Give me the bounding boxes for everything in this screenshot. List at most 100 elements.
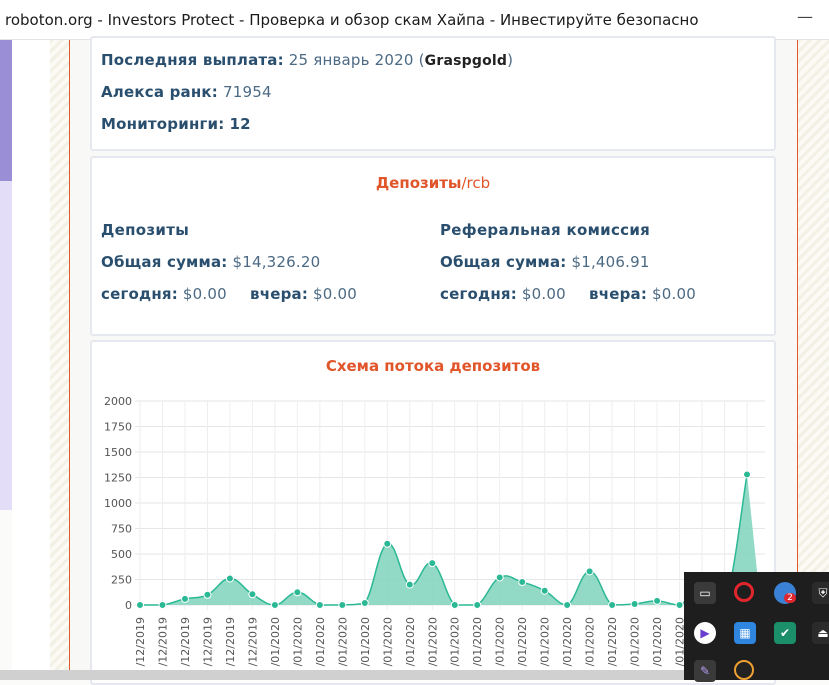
system-tray-overflow: ▭ 2 ⛨ ▶ ▦ ✔ ⏏ ✎ bbox=[684, 572, 829, 682]
feather-icon[interactable]: ✎ bbox=[694, 660, 716, 682]
referral-today-row: сегодня: $0.00 bbox=[440, 285, 566, 303]
chrome-badge: 2 bbox=[784, 593, 796, 603]
x-tick-label: /01/2020 bbox=[426, 617, 439, 666]
data-point bbox=[585, 567, 594, 576]
x-tick-label: /01/2020 bbox=[291, 617, 304, 666]
x-tick-label: /01/2020 bbox=[336, 617, 349, 666]
y-tick-label: 0 bbox=[125, 599, 132, 612]
deposits-card-title: Депозиты/rcb bbox=[375, 174, 491, 192]
data-point bbox=[450, 601, 459, 609]
y-tick-label: 1000 bbox=[104, 497, 132, 510]
data-point bbox=[608, 601, 617, 609]
project-info-card: Последняя выплата: 25 январь 2020 (Grasp… bbox=[90, 36, 776, 151]
chrome-icon[interactable]: 2 bbox=[774, 582, 796, 604]
data-point bbox=[203, 590, 212, 599]
data-point bbox=[136, 601, 144, 609]
data-point bbox=[540, 586, 549, 595]
referral-yesterday-row: вчера: $0.00 bbox=[589, 285, 696, 303]
data-point bbox=[563, 601, 572, 609]
x-tick-label: /01/2020 bbox=[606, 617, 619, 666]
data-point bbox=[743, 470, 752, 479]
data-point bbox=[405, 580, 414, 589]
data-point bbox=[675, 601, 684, 609]
data-point bbox=[248, 590, 257, 599]
minimize-button[interactable]: — bbox=[797, 7, 813, 26]
x-tick-label: /01/2020 bbox=[449, 617, 462, 666]
data-point bbox=[158, 601, 167, 609]
left-sidebar-decor bbox=[0, 40, 12, 510]
deposits-card: Депозиты/rcb Депозиты Общая сумма: $14,3… bbox=[90, 156, 776, 336]
left-stripes bbox=[50, 40, 69, 680]
x-tick-label: /01/2020 bbox=[269, 617, 282, 666]
window-titlebar: roboton.org - Investors Protect - Провер… bbox=[0, 0, 829, 40]
deposits-today-row: сегодня: $0.00 bbox=[101, 285, 227, 303]
alexa-label: Алекса ранк: bbox=[101, 83, 218, 101]
deposits-total-row: Общая сумма: $14,326.20 bbox=[101, 253, 321, 271]
x-tick-label: /12/2019 bbox=[179, 617, 192, 666]
x-tick-label: /12/2019 bbox=[201, 617, 214, 666]
data-point bbox=[270, 601, 279, 609]
deposits-total-value: $14,326.20 bbox=[232, 253, 321, 271]
x-tick-label: /01/2020 bbox=[539, 617, 552, 666]
monitorings-row: Мониторинги: 12 bbox=[101, 115, 251, 133]
deposit-flow-chart: 0 250 500 750 1000 1250 1500 1750 2000/12/2019/1… bbox=[104, 395, 765, 666]
x-tick-label: /12/2019 bbox=[156, 617, 169, 666]
last-payout-row: Последняя выплата: 25 январь 2020 (Grasp… bbox=[101, 51, 514, 69]
x-tick-label: /01/2020 bbox=[381, 617, 394, 666]
y-tick-label: 250 bbox=[111, 574, 132, 587]
data-point bbox=[383, 539, 392, 548]
data-point bbox=[225, 574, 234, 583]
data-point bbox=[360, 598, 369, 607]
shield-icon[interactable]: ⛨ bbox=[812, 582, 829, 604]
y-tick-label: 750 bbox=[111, 523, 132, 536]
x-tick-label: /12/2019 bbox=[246, 617, 259, 666]
y-tick-label: 1250 bbox=[104, 472, 132, 485]
x-tick-label: /01/2020 bbox=[494, 617, 507, 666]
x-tick-label: /12/2019 bbox=[224, 617, 237, 666]
x-tick-label: /01/2020 bbox=[516, 617, 529, 666]
last-payout-label: Последняя выплата: bbox=[101, 51, 284, 69]
last-payout-method: Graspgold bbox=[424, 53, 508, 69]
monitor-icon[interactable]: ▭ bbox=[694, 582, 716, 604]
data-point bbox=[630, 599, 639, 608]
x-tick-label: /01/2020 bbox=[471, 617, 484, 666]
data-point bbox=[428, 559, 437, 568]
y-tick-label: 1750 bbox=[104, 421, 132, 434]
defender-icon[interactable]: ✔ bbox=[774, 622, 796, 644]
y-tick-label: 2000 bbox=[104, 395, 132, 408]
data-point bbox=[180, 594, 189, 603]
referral-heading: Реферальная комиссия bbox=[440, 221, 651, 239]
x-tick-label: /01/2020 bbox=[584, 617, 597, 666]
referral-total-row: Общая сумма: $1,406.91 bbox=[440, 253, 650, 271]
x-tick-label: /01/2020 bbox=[359, 617, 372, 666]
x-tick-label: /01/2020 bbox=[404, 617, 417, 666]
opera-icon[interactable] bbox=[734, 582, 754, 602]
alexa-row: Алекса ранк: 71954 bbox=[101, 83, 272, 101]
y-tick-label: 500 bbox=[111, 548, 132, 561]
data-point bbox=[518, 578, 527, 587]
referral-total-value: $1,406.91 bbox=[571, 253, 650, 271]
x-tick-label: /01/2020 bbox=[561, 617, 574, 666]
x-tick-label: /01/2020 bbox=[651, 617, 664, 666]
x-tick-label: /12/2019 bbox=[134, 617, 147, 666]
left-margin bbox=[12, 40, 50, 680]
series-area bbox=[140, 474, 761, 605]
media-icon[interactable]: ▶ bbox=[694, 622, 716, 644]
alexa-value: 71954 bbox=[222, 83, 272, 101]
y-tick-label: 1500 bbox=[104, 446, 132, 459]
data-point bbox=[473, 601, 482, 609]
x-tick-label: /01/2020 bbox=[314, 617, 327, 666]
data-point bbox=[495, 573, 504, 582]
monitorings-label: Мониторинги: bbox=[101, 115, 225, 133]
network-icon[interactable]: ▦ bbox=[734, 622, 756, 644]
x-tick-label: /01/2020 bbox=[629, 617, 642, 666]
data-point bbox=[293, 588, 302, 597]
deposits-heading: Депозиты bbox=[101, 221, 190, 239]
last-payout-value: 25 январь 2020 bbox=[288, 51, 414, 69]
vpn-icon[interactable] bbox=[734, 660, 754, 680]
usb-icon[interactable]: ⏏ bbox=[812, 622, 829, 644]
data-point bbox=[315, 601, 324, 609]
deposit-flow-card: Схема потока депозитов 0 250 500 750 1000 125… bbox=[90, 340, 776, 685]
data-point bbox=[338, 601, 347, 609]
deposits-yesterday-row: вчера: $0.00 bbox=[250, 285, 357, 303]
